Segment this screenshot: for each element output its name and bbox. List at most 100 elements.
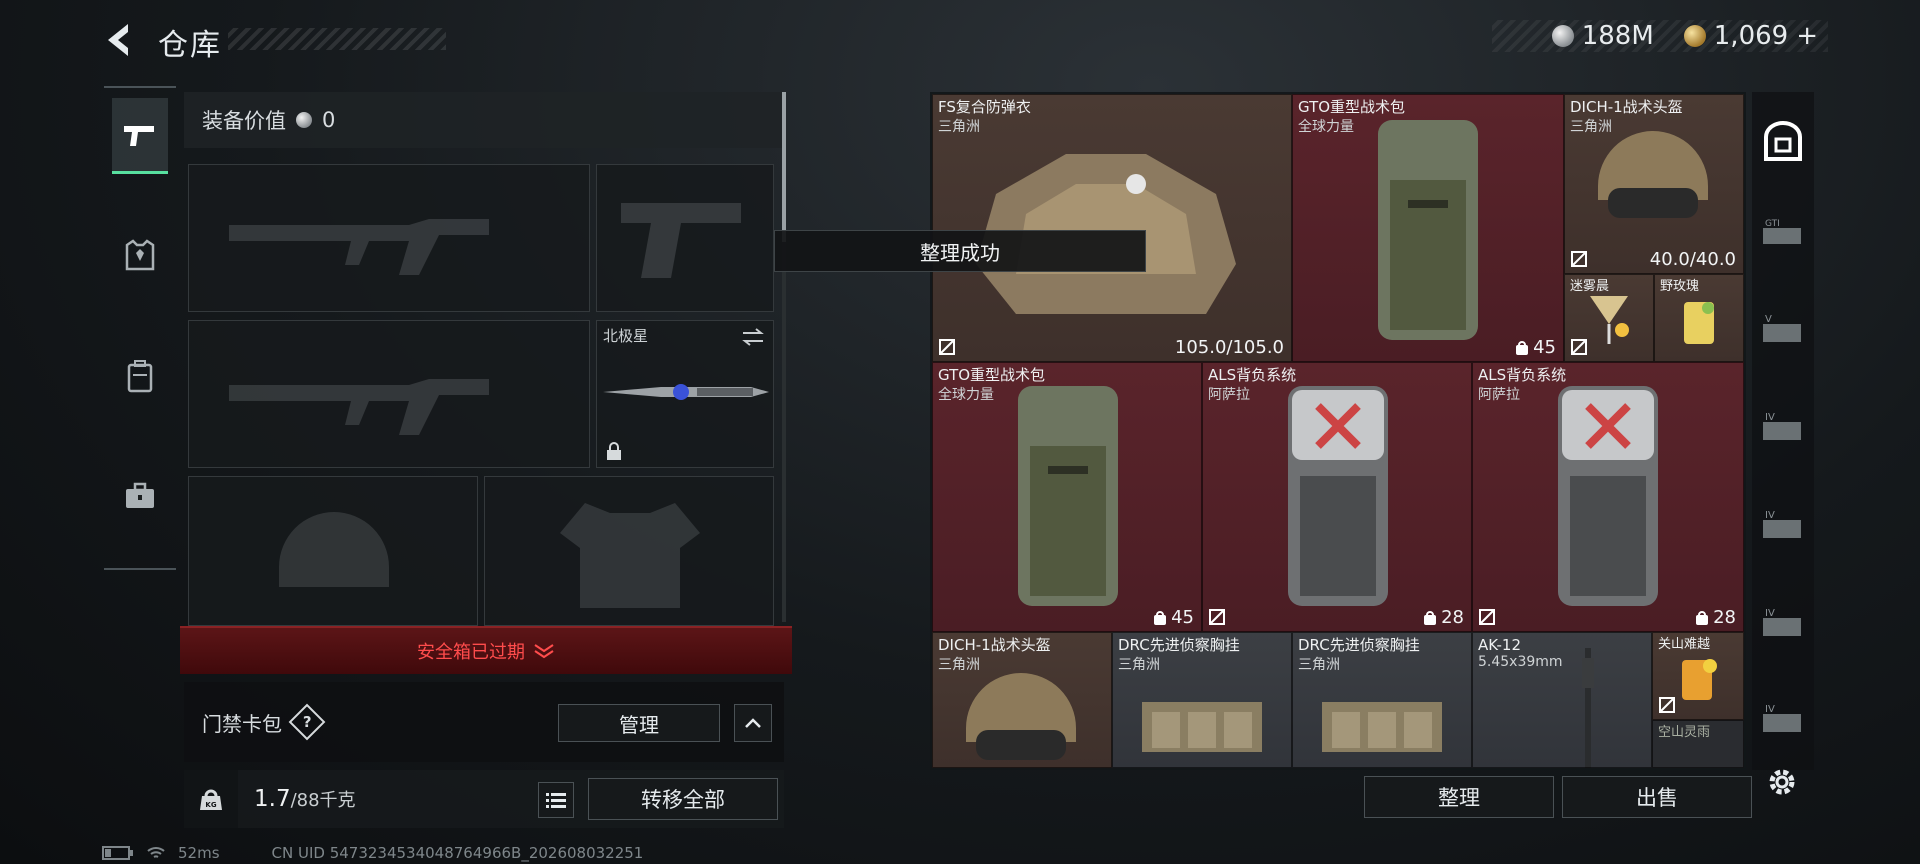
expand-keycard-button[interactable] xyxy=(734,704,772,742)
cocktail-icon xyxy=(1682,659,1717,700)
primary-weapon-slot[interactable] xyxy=(188,164,590,312)
svg-text:V: V xyxy=(1765,314,1772,325)
stash-item-als-backpack[interactable]: ALS背负系统 阿萨拉 28 xyxy=(1202,362,1472,632)
rifle-silhouette-icon xyxy=(229,379,489,435)
stash-item-dich-helmet-2[interactable]: DICH-1战术头盔 三角洲 xyxy=(932,632,1112,768)
nav-case-iv-2[interactable]: IV xyxy=(1760,502,1806,548)
stash-item-drc-rig-2[interactable]: DRC先进侦察胸挂 三角洲 xyxy=(1292,632,1472,768)
silver-coin-icon xyxy=(1551,25,1574,47)
transfer-all-button[interactable]: 转移全部 xyxy=(588,778,778,820)
settings-button[interactable] xyxy=(1762,762,1802,802)
nav-case[interactable] xyxy=(112,458,168,534)
nav-case-iv-3[interactable]: IV xyxy=(1760,600,1806,646)
item-brand: 阿萨拉 xyxy=(1478,387,1520,403)
item-capacity: 45 xyxy=(1515,337,1556,358)
nav-case-v[interactable]: V xyxy=(1760,306,1806,352)
wifi-icon xyxy=(147,847,165,858)
item-caliber: 5.45x39mm xyxy=(1478,654,1563,670)
backpack-icon xyxy=(1288,386,1388,606)
stash-item-drc-rig[interactable]: DRC先进侦察胸挂 三角洲 xyxy=(1112,632,1292,768)
storage-category-nav: GTI V IV IV IV IV xyxy=(1752,92,1814,770)
item-brand: 三角洲 xyxy=(938,119,980,135)
stash-item-als-backpack-2[interactable]: ALS背负系统 阿萨拉 28 xyxy=(1472,362,1744,632)
item-brand: 三角洲 xyxy=(938,657,980,673)
nav-weapons[interactable] xyxy=(112,98,168,174)
item-name: DICH-1战术头盔 xyxy=(1570,98,1683,116)
stash-item-dich-helmet[interactable]: DICH-1战术头盔 三角洲 40.0/40.0 xyxy=(1564,94,1744,274)
gold-coin-icon xyxy=(1683,25,1706,47)
item-name: 迷雾晨 xyxy=(1570,279,1610,294)
no-trade-icon xyxy=(1479,609,1495,625)
carry-weight-bar: KG 1.7 /88千克 转移全部 xyxy=(184,770,784,828)
stash-item-kongshan[interactable]: 空山灵雨 xyxy=(1652,720,1744,768)
secondary-weapon-slot[interactable] xyxy=(188,320,590,468)
gold-currency-value: 1,069 xyxy=(1713,21,1789,51)
backpack-icon xyxy=(1558,386,1658,606)
safebox-expired-bar[interactable]: 安全箱已过期 xyxy=(180,626,792,674)
item-capacity: 28 xyxy=(1695,607,1736,628)
armor-slot[interactable] xyxy=(484,476,774,626)
chest-rig-icon xyxy=(1322,702,1442,752)
nav-stash[interactable] xyxy=(1760,118,1806,164)
ping-value: 52ms xyxy=(178,844,220,862)
nav-case-gti[interactable]: GTI xyxy=(1760,210,1806,256)
manage-keycard-button[interactable]: 管理 xyxy=(558,704,720,742)
chevron-up-icon xyxy=(745,718,761,728)
item-brand: 三角洲 xyxy=(1298,657,1340,673)
svg-text:IV: IV xyxy=(1765,412,1775,423)
keycard-label: 门禁卡包 xyxy=(202,711,282,736)
melee-slot[interactable]: 北极星 xyxy=(596,320,774,468)
weight-max: /88千克 xyxy=(290,790,356,811)
stash-item-wild-rose[interactable]: 野玫瑰 xyxy=(1654,274,1744,362)
keycard-help-icon[interactable]: ? xyxy=(288,703,326,741)
item-brand: 三角洲 xyxy=(1118,657,1160,673)
equipment-scroll-thumb[interactable] xyxy=(782,92,786,242)
stash-item-fs-armor[interactable]: FS复合防弹衣 三角洲 105.0/105.0 xyxy=(932,94,1292,362)
item-brand: 全球力量 xyxy=(1298,119,1354,135)
weight-current: 1.7 xyxy=(254,786,291,812)
list-icon xyxy=(546,793,566,808)
nav-case-iv-4[interactable]: IV xyxy=(1760,696,1806,742)
left-category-nav xyxy=(104,86,176,570)
no-trade-icon xyxy=(1209,609,1225,625)
swap-icon[interactable] xyxy=(741,327,765,347)
uid-text: CN UID 5473234534048764966B_202608032251 xyxy=(271,844,644,862)
backpack-icon xyxy=(127,360,153,393)
nav-armor[interactable] xyxy=(112,218,168,294)
item-durability: 105.0/105.0 xyxy=(1174,337,1284,358)
bag-capacity-icon xyxy=(1154,610,1167,625)
nav-backpack[interactable] xyxy=(112,338,168,414)
iv-case-lock-icon: IV xyxy=(1763,608,1801,636)
svg-text:IV: IV xyxy=(1765,704,1775,715)
item-capacity: 28 xyxy=(1423,607,1464,628)
svg-text:IV: IV xyxy=(1765,510,1775,521)
silver-currency-value: 188M xyxy=(1581,21,1654,51)
item-durability: 40.0/40.0 xyxy=(1649,249,1736,270)
keycard-help-glyph: ? xyxy=(302,712,312,731)
stash-item-gto-backpack[interactable]: GTO重型战术包 全球力量 45 xyxy=(1292,94,1564,362)
svg-text:GTI: GTI xyxy=(1765,219,1780,229)
backpack-icon xyxy=(1378,120,1478,340)
bag-capacity-icon xyxy=(1424,610,1437,625)
cocktail-icon xyxy=(1590,296,1629,344)
item-name: DICH-1战术头盔 xyxy=(938,636,1051,654)
stash-item-mist-morning[interactable]: 迷雾晨 xyxy=(1564,274,1654,362)
briefcase-icon xyxy=(126,482,154,508)
stash-item-ak12[interactable]: AK-12 5.45x39mm xyxy=(1472,632,1652,768)
kettlebell-icon: KG xyxy=(200,789,222,810)
helmet-slot[interactable] xyxy=(188,476,478,626)
sort-button[interactable]: 整理 xyxy=(1364,776,1554,818)
stash-item-gto-backpack-2[interactable]: GTO重型战术包 全球力量 45 xyxy=(932,362,1202,632)
item-capacity-value: 45 xyxy=(1533,337,1556,358)
knife-icon xyxy=(603,384,769,400)
sell-button[interactable]: 出售 xyxy=(1562,776,1752,818)
armor-silhouette-icon xyxy=(560,503,700,608)
back-button[interactable] xyxy=(100,18,140,62)
pistol-silhouette-icon xyxy=(621,203,741,278)
add-currency-button[interactable]: + xyxy=(1796,21,1818,51)
list-view-button[interactable] xyxy=(538,782,574,818)
nav-case-iv[interactable]: IV xyxy=(1760,404,1806,450)
bag-capacity-icon xyxy=(1516,340,1529,355)
stash-item-guanshan[interactable]: 关山难越 xyxy=(1652,632,1744,720)
sidearm-slot[interactable] xyxy=(596,164,774,312)
